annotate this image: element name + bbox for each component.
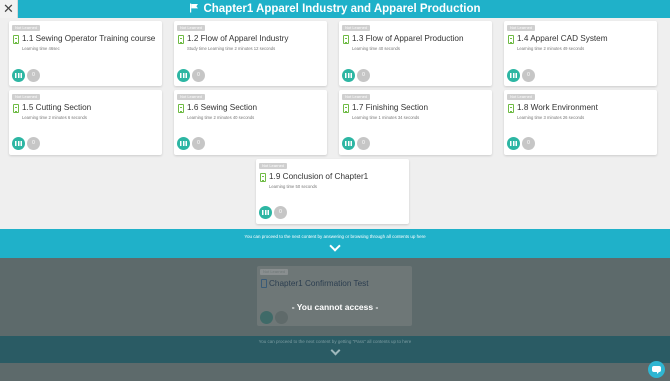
lesson-title[interactable]: 1.4 Apparel CAD System (517, 34, 655, 43)
lesson-card[interactable]: Not Learned 1.5 Cutting Section Learning… (9, 90, 162, 155)
flag-icon (190, 3, 199, 13)
stats-button[interactable] (507, 69, 520, 82)
chevron-down-icon[interactable] (329, 240, 341, 252)
document-icon (260, 173, 266, 182)
lesson-card[interactable]: Not Learned 1.2 Flow of Apparel Industry… (174, 21, 327, 86)
like-button[interactable]: 0 (522, 69, 535, 82)
locked-proceed-band: You can proceed to the next content by g… (0, 336, 670, 363)
lesson-title[interactable]: 1.5 Cutting Section (22, 103, 160, 112)
stats-button[interactable] (342, 69, 355, 82)
chapter-title-text: Chapter1 Apparel Industry and Apparel Pr… (203, 3, 481, 15)
close-icon: ✕ (3, 1, 14, 16)
lesson-title[interactable]: 1.2 Flow of Apparel Industry (187, 34, 325, 43)
lesson-title[interactable]: 1.9 Conclusion of Chapter1 (269, 172, 407, 181)
title-bar: ✕ Chapter1 Apparel Industry and Apparel … (0, 0, 670, 18)
document-icon (343, 104, 349, 113)
lesson-card[interactable]: Not Learned 1.3 Flow of Apparel Producti… (339, 21, 492, 86)
learning-time: Learning time 2 minutes 49 seconds (517, 46, 585, 51)
no-access-message: - You cannot access - (291, 302, 379, 312)
status-badge: Not Learned (177, 94, 206, 100)
document-icon (13, 104, 19, 113)
lesson-card[interactable]: Not Learned 1.4 Apparel CAD System Learn… (504, 21, 657, 86)
lesson-title[interactable]: 1.1 Sewing Operator Training course (22, 34, 160, 43)
stats-button (260, 311, 273, 324)
locked-test-card: Not Learned Chapter1 Confirmation Test (257, 266, 412, 326)
locked-proceed-text: You can proceed to the next content by g… (258, 339, 412, 344)
lesson-card[interactable]: Not Learned 1.1 Sewing Operator Training… (9, 21, 162, 86)
status-badge: Not Learned (342, 94, 371, 100)
lesson-card[interactable]: Not Learned 1.7 Finishing Section Learni… (339, 90, 492, 155)
lesson-card[interactable]: Not Learned 1.9 Conclusion of Chapter1 L… (256, 159, 409, 224)
document-icon (508, 104, 514, 113)
learning-time: Learning time 40 seconds (352, 46, 400, 51)
status-badge: Not Learned (507, 94, 536, 100)
chat-icon[interactable] (648, 361, 665, 378)
lesson-title[interactable]: 1.6 Sewing Section (187, 103, 325, 112)
learning-time: Learning time 2 minutes 6 seconds (22, 115, 87, 120)
learning-time: Learning time 2 minutes 40 seconds (187, 115, 255, 120)
document-icon (13, 35, 19, 44)
document-icon (508, 35, 514, 44)
lesson-card[interactable]: Not Learned 1.6 Sewing Section Learning … (174, 90, 327, 155)
like-button[interactable]: 0 (522, 137, 535, 150)
stats-button[interactable] (342, 137, 355, 150)
proceed-band: You can proceed to the next content by a… (0, 229, 670, 258)
learning-time: Learning time 3 minutes 26 seconds (517, 115, 585, 120)
learning-time: Study time Learning time 2 minutes 12 se… (187, 46, 276, 51)
lesson-title[interactable]: 1.3 Flow of Apparel Production (352, 34, 490, 43)
like-button[interactable]: 0 (357, 137, 370, 150)
document-icon (261, 279, 267, 288)
stats-button[interactable] (12, 69, 25, 82)
lesson-title[interactable]: 1.7 Finishing Section (352, 103, 490, 112)
like-button[interactable]: 0 (192, 137, 205, 150)
stats-button[interactable] (12, 137, 25, 150)
like-button[interactable]: 0 (274, 206, 287, 219)
learning-time: Learning time 1 minutes 34 seconds (352, 115, 420, 120)
like-button (275, 311, 288, 324)
like-button[interactable]: 0 (192, 69, 205, 82)
test-title: Chapter1 Confirmation Test (269, 279, 369, 288)
status-badge: Not Learned (342, 25, 371, 31)
document-icon (343, 35, 349, 44)
close-button[interactable]: ✕ (0, 0, 18, 18)
status-badge: Not Learned (12, 25, 41, 31)
chevron-down-icon (330, 345, 340, 356)
proceed-text: You can proceed to the next content by a… (244, 234, 426, 239)
stats-button[interactable] (177, 137, 190, 150)
like-button[interactable]: 0 (357, 69, 370, 82)
status-badge: Not Learned (12, 94, 41, 100)
learning-time: Learning time 46sec (22, 46, 60, 51)
stats-button[interactable] (177, 69, 190, 82)
status-badge: Not Learned (259, 163, 288, 169)
like-button[interactable]: 0 (27, 137, 40, 150)
chapter-title: Chapter1 Apparel Industry and Apparel Pr… (0, 0, 670, 18)
document-icon (178, 104, 184, 113)
status-badge: Not Learned (507, 25, 536, 31)
status-badge: Not Learned (260, 269, 289, 275)
lesson-card[interactable]: Not Learned 1.8 Work Environment Learnin… (504, 90, 657, 155)
learning-time: Learning time 50 seconds (269, 184, 317, 189)
stats-button[interactable] (507, 137, 520, 150)
like-button[interactable]: 0 (27, 69, 40, 82)
stats-button[interactable] (259, 206, 272, 219)
status-badge: Not Learned (177, 25, 206, 31)
document-icon (178, 35, 184, 44)
lesson-title[interactable]: 1.8 Work Environment (517, 103, 655, 112)
